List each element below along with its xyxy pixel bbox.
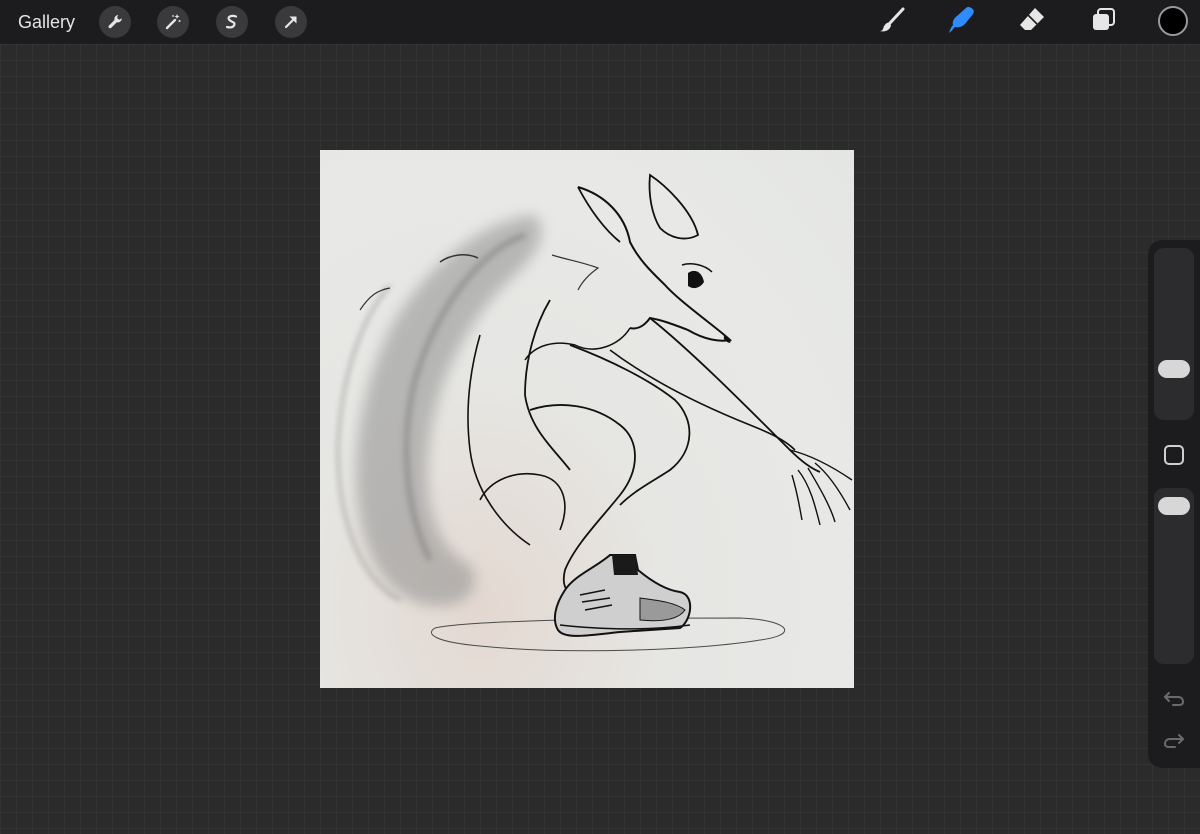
- eraser-tool-button[interactable]: [1016, 6, 1048, 38]
- color-picker-button[interactable]: [1158, 6, 1188, 36]
- actions-button[interactable]: [99, 6, 131, 38]
- undo-icon: [1163, 689, 1185, 712]
- layers-button[interactable]: [1088, 6, 1120, 38]
- top-toolbar: Gallery: [0, 0, 1200, 44]
- transform-button[interactable]: [275, 6, 307, 38]
- magic-wand-icon: [164, 13, 182, 31]
- transform-arrow-icon: [282, 13, 300, 31]
- brush-tool-button[interactable]: [876, 6, 908, 38]
- redo-button[interactable]: [1160, 728, 1188, 756]
- smudge-tool-button[interactable]: [946, 6, 978, 38]
- brush-size-slider[interactable]: [1154, 248, 1194, 420]
- adjustments-button[interactable]: [157, 6, 189, 38]
- selection-button[interactable]: [216, 6, 248, 38]
- opacity-thumb[interactable]: [1158, 497, 1190, 515]
- sketch-artwork: [336, 173, 853, 652]
- smudge-icon: [947, 5, 977, 40]
- modify-button[interactable]: [1164, 445, 1184, 465]
- eraser-icon: [1017, 5, 1047, 40]
- gallery-button[interactable]: Gallery: [18, 11, 75, 33]
- layers-icon: [1090, 6, 1118, 39]
- drawing-canvas[interactable]: [320, 150, 854, 688]
- redo-icon: [1163, 731, 1185, 754]
- selection-s-icon: [223, 13, 241, 31]
- brush-size-thumb[interactable]: [1158, 360, 1190, 378]
- brush-icon: [878, 6, 906, 39]
- wrench-icon: [106, 13, 124, 31]
- undo-button[interactable]: [1160, 686, 1188, 714]
